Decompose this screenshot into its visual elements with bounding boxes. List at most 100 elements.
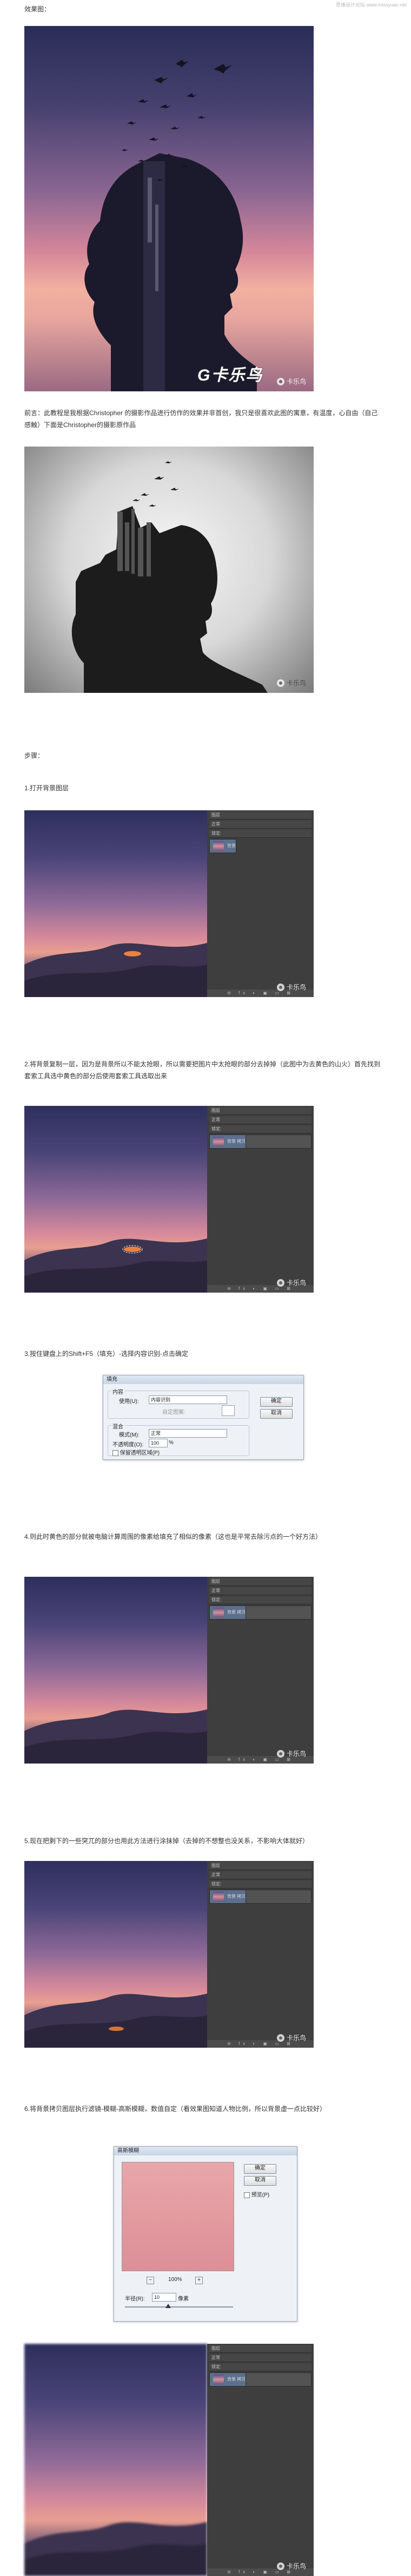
blend-mode-select[interactable]: 正常 bbox=[209, 1587, 311, 1595]
ps-screenshot-step1: 图层 正常 锁定: 背景 ⊖ fx ◐ ▣ ▭ ⊠ 卡乐鸟 bbox=[24, 810, 314, 997]
layers-panel: 图层 正常 锁定: 背景 ⊖ fx ◐ ▣ ▭ ⊠ bbox=[207, 810, 314, 997]
step5-text: 5.现在把剩下的一些突兀的部分也用此方法进行涂抹掉（去掉的不想整也没关系，不影响… bbox=[24, 1837, 309, 1845]
step2-watermark: 卡乐鸟 bbox=[276, 1278, 306, 1287]
cancel-button[interactable]: 取消 bbox=[244, 2176, 276, 2186]
lock-row: 锁定: bbox=[209, 1125, 311, 1133]
layer-name: 背景 bbox=[227, 843, 236, 848]
layers-tab[interactable]: 图层 bbox=[209, 1107, 311, 1115]
layers-tab[interactable]: 图层 bbox=[209, 2345, 311, 2353]
wechat-logo-icon bbox=[276, 2034, 284, 2042]
layer-thumbnail bbox=[213, 2375, 224, 2384]
wechat-logo-icon bbox=[276, 679, 284, 687]
opacity-unit: % bbox=[169, 1440, 174, 1446]
canvas-mountains bbox=[24, 810, 207, 997]
canvas-mountains bbox=[24, 1106, 207, 1293]
blend-mode-select[interactable]: 正常 bbox=[209, 1116, 311, 1124]
layer-row[interactable]: 背景 拷贝 bbox=[209, 1890, 247, 1904]
watermark-text: 卡乐鸟 bbox=[286, 679, 306, 687]
wechat-logo-icon bbox=[276, 2562, 284, 2570]
hero-title: G卡乐鸟 bbox=[197, 366, 263, 384]
layer-row[interactable]: 背景 拷贝 bbox=[209, 1135, 247, 1149]
canvas-mountains bbox=[24, 1577, 207, 1764]
preview-checkbox[interactable] bbox=[244, 2192, 250, 2198]
wechat-logo-icon bbox=[276, 1279, 284, 1287]
ps-screenshot-step6: 图层 正常 锁定: 背景 拷贝 背景 ⊖ fx ◐ ▣ ▭ ⊠ 卡乐鸟 bbox=[24, 2344, 314, 2576]
zoom-in-icon[interactable]: + bbox=[195, 2277, 203, 2284]
layer-thumbnail bbox=[213, 1608, 224, 1617]
dialog-title: 高斯模糊 bbox=[114, 2147, 297, 2155]
chris-watermark: 卡乐鸟 bbox=[276, 678, 306, 687]
preserve-row[interactable]: 保留透明区域(P) bbox=[112, 1448, 160, 1456]
layer-row[interactable]: 背景 bbox=[209, 839, 236, 853]
mode-select[interactable]: 正常 bbox=[149, 1429, 227, 1438]
radius-slider[interactable] bbox=[125, 2306, 233, 2308]
layer-thumbnail bbox=[213, 841, 224, 851]
mountain-shapes bbox=[24, 1994, 207, 2048]
layer-name: 背景 拷贝 bbox=[227, 2377, 246, 2382]
opacity-label: 不透明度(O): bbox=[112, 1442, 144, 1448]
blend-group: 混合 模式(M): 正常 不透明度(O): 100 % 保留透明区域(P) bbox=[108, 1422, 249, 1456]
step1-text: 1.打开背景图层 bbox=[24, 784, 69, 792]
ps-screenshot-step2: 图层 正常 锁定: 背景 拷贝 背景 ⊖ fx ◐ ▣ ▭ ⊠ 卡乐鸟 bbox=[24, 1106, 314, 1293]
intro-label: 效果图： bbox=[24, 5, 51, 13]
blend-legend: 混合 bbox=[111, 1422, 124, 1430]
step1-watermark: 卡乐鸟 bbox=[276, 982, 306, 992]
lock-row: 锁定: bbox=[209, 830, 311, 838]
steps-label: 步骤： bbox=[24, 752, 44, 759]
layers-panel: 图层 正常 锁定: 背景 拷贝 背景 ⊖ fx ◐ ▣ ▭ ⊠ bbox=[207, 1861, 314, 2048]
fill-dialog: 填充 内容 使用(U): 内容识别 自定图案: 混合 模式(M): 正常 不透明… bbox=[103, 1375, 304, 1460]
preview-row[interactable]: 预览(P) bbox=[244, 2190, 269, 2198]
ok-button[interactable]: 确定 bbox=[244, 2164, 276, 2174]
preview-label: 预览(P) bbox=[251, 2192, 270, 2198]
layers-tab[interactable]: 图层 bbox=[209, 1578, 311, 1586]
step2-text: 2.将背景复制一层，因为是背景所以不能太抢眼，所以需要把图片中太抢眼的部分去掉掉… bbox=[24, 1060, 381, 1080]
step6-watermark: 卡乐鸟 bbox=[276, 2561, 306, 2571]
cancel-button[interactable]: 取消 bbox=[260, 1409, 293, 1419]
layer-row[interactable]: 背景 拷贝 bbox=[209, 1605, 247, 1620]
watermark-text: 卡乐鸟 bbox=[286, 984, 306, 991]
radius-input[interactable]: 10 bbox=[152, 2293, 176, 2302]
layers-tab[interactable]: 图层 bbox=[209, 1862, 311, 1870]
custom-pattern-label: 自定图案: bbox=[162, 1410, 185, 1415]
hero-watermark: 卡乐鸟 bbox=[276, 377, 306, 386]
step3-text: 3.按住键盘上的Shift+F5（填充）-选择内容识别-点击确定 bbox=[24, 1350, 189, 1358]
layers-tab[interactable]: 图层 bbox=[209, 811, 311, 820]
use-label: 使用(U): bbox=[119, 1399, 139, 1405]
layers-panel: 图层 正常 锁定: 背景 拷贝 背景 ⊖ fx ◐ ▣ ▭ ⊠ bbox=[207, 1577, 314, 1764]
layer-name: 背景 拷贝 bbox=[227, 1610, 246, 1615]
wechat-logo-icon bbox=[276, 377, 284, 385]
ps-screenshot-step4: 图层 正常 锁定: 背景 拷贝 背景 ⊖ fx ◐ ▣ ▭ ⊠ 卡乐鸟 bbox=[24, 1577, 314, 1764]
blend-mode-select[interactable]: 正常 bbox=[209, 2354, 311, 2362]
content-legend: 内容 bbox=[111, 1387, 124, 1395]
zoom-level: 100% bbox=[168, 2277, 182, 2283]
zoom-out-icon[interactable]: − bbox=[147, 2277, 154, 2284]
radius-unit: 像素 bbox=[178, 2296, 189, 2302]
watermark-text: 卡乐鸟 bbox=[286, 2562, 306, 2570]
radius-slider-thumb[interactable] bbox=[165, 2304, 171, 2308]
layer-thumbnail bbox=[213, 1137, 224, 1146]
layer-name: 背景 拷贝 bbox=[227, 1894, 246, 1899]
layer-row[interactable]: 背景 拷贝 bbox=[209, 2372, 247, 2387]
use-select[interactable]: 内容识别 bbox=[149, 1395, 227, 1404]
step6-text: 6.将背景拷贝图层执行滤镜-模糊-高斯模糊，数值自定（看效果图知道人物比例，所以… bbox=[24, 2105, 327, 2113]
watermark-text: 卡乐鸟 bbox=[286, 1750, 306, 1758]
opacity-input[interactable]: 100 bbox=[149, 1439, 168, 1447]
blend-mode-select[interactable]: 正常 bbox=[209, 1871, 311, 1879]
watermark-text: 卡乐鸟 bbox=[286, 2034, 306, 2042]
watermark-text: 卡乐鸟 bbox=[286, 378, 306, 385]
step4-text: 4.则此时黄色的部分就被电脑计算周围的像素给填充了相似的像素（这也是平常去除污点… bbox=[24, 1533, 322, 1541]
lock-row: 锁定: bbox=[209, 1880, 311, 1889]
blend-mode-select[interactable]: 正常 bbox=[209, 821, 311, 829]
ok-button[interactable]: 确定 bbox=[260, 1397, 293, 1407]
mountain-shapes bbox=[24, 1238, 207, 1293]
silhouette-city bbox=[71, 461, 268, 693]
pattern-swatch[interactable] bbox=[222, 1405, 235, 1416]
christopher-original-image: 卡乐鸟 bbox=[24, 447, 314, 693]
canvas-mountains-blurred bbox=[24, 2344, 207, 2576]
birds bbox=[122, 60, 232, 181]
lock-row: 锁定: bbox=[209, 2363, 311, 2371]
mountain-shapes bbox=[24, 1709, 207, 1764]
layers-panel: 图层 正常 锁定: 背景 拷贝 背景 ⊖ fx ◐ ▣ ▭ ⊠ bbox=[207, 2344, 314, 2576]
mode-label: 模式(M): bbox=[119, 1432, 140, 1438]
preserve-checkbox[interactable] bbox=[112, 1450, 118, 1456]
